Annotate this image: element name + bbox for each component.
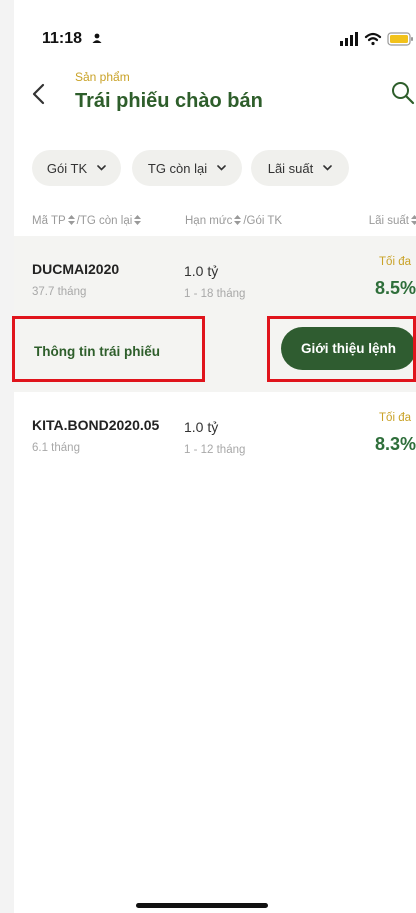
bond-range: 1 - 12 tháng xyxy=(184,444,246,456)
sort-icon xyxy=(411,215,416,225)
wifi-icon xyxy=(364,32,382,46)
filter-remaining-label: TG còn lại xyxy=(147,160,208,176)
bond-code: KITA.BOND2020.05 xyxy=(32,417,160,433)
bond-range: 1 - 18 tháng xyxy=(184,288,246,300)
bond-limit: 1.0 tỷ xyxy=(184,419,219,435)
bond-remaining: 37.7 tháng xyxy=(32,286,87,298)
bond-rate: 8.5% xyxy=(374,278,416,298)
col-remaining-label: /TG còn lại xyxy=(76,215,133,227)
phone-screen: 11:18 Sản phẩm Trái phiếu chào bán Gói T… xyxy=(14,0,416,913)
highlight-box-info xyxy=(12,316,205,382)
sort-icon xyxy=(134,215,142,225)
col-rate-label: Lãi suất xyxy=(368,215,409,227)
col-limit-label: Hạn mức xyxy=(185,215,233,227)
chevron-down-icon xyxy=(217,165,226,171)
bond-row[interactable]: KITA.BOND2020.05 6.1 tháng 1.0 tỷ 1 - 12… xyxy=(14,392,416,482)
bond-remaining: 6.1 tháng xyxy=(32,442,80,454)
filter-remaining-time[interactable]: TG còn lại xyxy=(132,150,242,186)
home-indicator xyxy=(136,903,268,908)
column-header-code[interactable]: Mã TP/TG còn lại xyxy=(32,215,143,227)
chevron-down-icon xyxy=(323,165,333,171)
chevron-down-icon xyxy=(97,165,106,171)
col-package-label: /Gói TK xyxy=(243,215,283,227)
page-title: Trái phiếu chào bán xyxy=(75,90,263,112)
filter-package-label: Gói TK xyxy=(46,160,88,176)
col-code-label: Mã TP xyxy=(32,215,66,227)
bond-code: DUCMAI2020 xyxy=(32,261,120,277)
breadcrumb-product[interactable]: Sản phẩm xyxy=(75,70,130,84)
filter-package[interactable]: Gói TK xyxy=(32,150,121,186)
filter-rate-label: Lãi suất xyxy=(267,160,314,176)
person-icon xyxy=(92,33,102,43)
system-icons xyxy=(340,32,413,46)
sort-icon xyxy=(67,215,75,225)
status-time: 11:18 xyxy=(42,30,83,47)
signal-icon xyxy=(340,32,358,46)
back-icon[interactable] xyxy=(30,82,48,106)
page-header: Sản phẩm Trái phiếu chào bán xyxy=(14,60,416,130)
column-header-limit[interactable]: Hạn mức/Gói TK xyxy=(185,215,282,227)
rate-max-label: Tối đa xyxy=(379,256,411,268)
rate-max-label: Tối đa xyxy=(379,412,411,424)
highlight-box-intro xyxy=(267,316,416,382)
battery-icon xyxy=(387,32,413,46)
status-bar: 11:18 xyxy=(14,0,416,60)
search-icon[interactable] xyxy=(390,80,416,106)
column-header-rate[interactable]: Lãi suất xyxy=(369,215,416,227)
bond-limit: 1.0 tỷ xyxy=(184,263,219,279)
sort-icon xyxy=(234,215,242,225)
bond-rate: 8.3% xyxy=(374,434,416,454)
filter-interest-rate[interactable]: Lãi suất xyxy=(251,150,349,186)
